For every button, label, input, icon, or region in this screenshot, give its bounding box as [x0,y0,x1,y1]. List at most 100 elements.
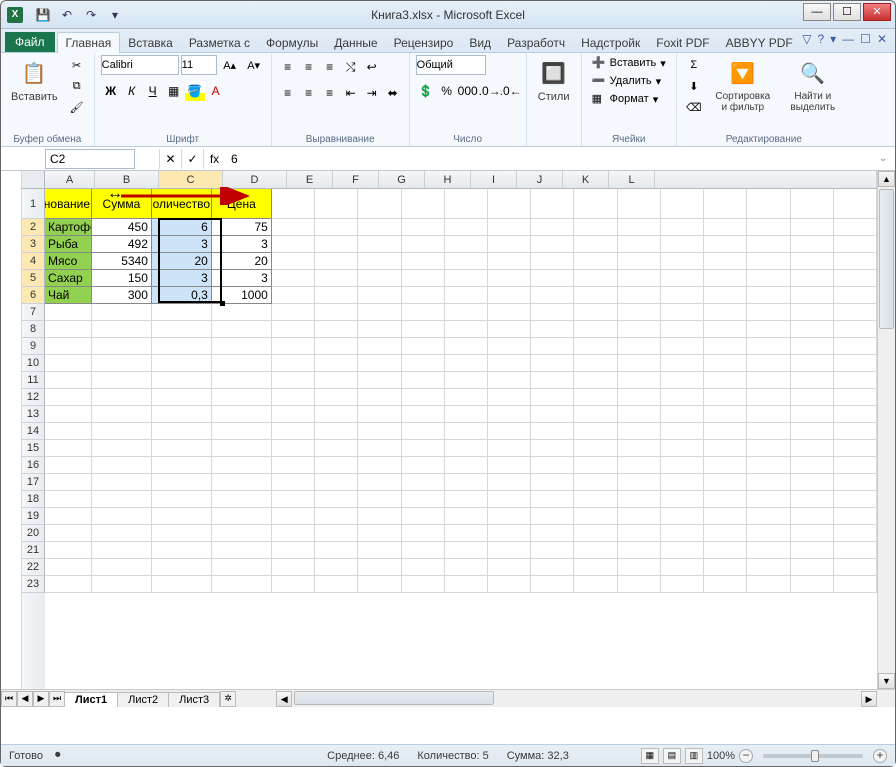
ribbon-tab-6[interactable]: Вид [461,33,499,53]
cell[interactable] [212,304,272,321]
cell[interactable] [212,321,272,338]
cell[interactable] [488,508,531,525]
cell[interactable] [574,576,617,593]
cell[interactable] [834,406,877,423]
cell[interactable]: 0,3 [152,287,212,304]
cell[interactable] [618,559,661,576]
cell[interactable] [315,491,358,508]
cell[interactable] [92,542,152,559]
format-cells-button[interactable]: ▦Формат ▾ [588,91,663,107]
cell[interactable] [402,474,445,491]
cell[interactable] [704,287,747,304]
cell[interactable] [574,457,617,474]
row-header-12[interactable]: 12 [22,389,45,406]
cell[interactable] [45,491,92,508]
ribbon-minimize-icon[interactable]: ▽ [802,32,811,46]
cell[interactable] [791,355,834,372]
cell[interactable] [272,440,315,457]
cell[interactable] [212,389,272,406]
cell[interactable] [402,576,445,593]
cell[interactable] [315,287,358,304]
cell[interactable] [402,338,445,355]
cell[interactable] [661,406,704,423]
cell[interactable] [791,236,834,253]
cell[interactable] [402,406,445,423]
underline-button[interactable]: Ч [143,81,163,101]
cell[interactable] [92,406,152,423]
cell[interactable] [315,576,358,593]
maximize-button[interactable]: ☐ [833,3,861,21]
cell[interactable] [272,253,315,270]
cell[interactable] [704,236,747,253]
cell[interactable] [747,457,790,474]
row-header-2[interactable]: 2 [22,219,45,236]
sheet-tab-2[interactable]: Лист3 [168,692,220,707]
cell[interactable] [315,321,358,338]
copy-button[interactable]: ⧉ [66,76,88,96]
cell[interactable] [704,321,747,338]
fill-button[interactable]: ⬇ [683,76,705,96]
cell[interactable] [834,270,877,287]
cell[interactable] [488,457,531,474]
cell[interactable] [574,189,617,219]
cell[interactable] [618,321,661,338]
cell[interactable] [834,355,877,372]
cell[interactable] [45,542,92,559]
zoom-level[interactable]: 100% [707,750,735,762]
cell[interactable]: 3 [152,270,212,287]
ribbon-tab-10[interactable]: ABBYY PDF [718,33,801,53]
cell[interactable] [747,525,790,542]
sheet-tab-1[interactable]: Лист2 [117,692,169,707]
cell[interactable] [661,287,704,304]
cell[interactable] [315,457,358,474]
cell[interactable] [747,406,790,423]
row-header-1[interactable]: 1 [22,189,45,219]
cell[interactable] [747,423,790,440]
cell[interactable] [152,389,212,406]
cell[interactable] [402,219,445,236]
cell[interactable] [358,559,401,576]
cell[interactable] [488,189,531,219]
cell[interactable] [531,189,574,219]
cell[interactable] [704,253,747,270]
qat-more-button[interactable]: ▾ [105,5,125,25]
cell[interactable] [704,219,747,236]
cell[interactable] [272,270,315,287]
cell[interactable]: 150 [92,270,152,287]
cell[interactable] [574,321,617,338]
cell[interactable] [661,355,704,372]
cell[interactable] [272,576,315,593]
cell[interactable] [747,542,790,559]
cell[interactable] [445,189,488,219]
cell[interactable] [272,457,315,474]
cell[interactable] [488,525,531,542]
cut-button[interactable]: ✂ [66,55,88,75]
cell[interactable]: 3 [152,236,212,253]
cell[interactable] [488,219,531,236]
row-header-23[interactable]: 23 [22,576,45,593]
cell[interactable]: Рыба [45,236,92,253]
cell[interactable] [488,440,531,457]
cell[interactable] [92,559,152,576]
cell[interactable] [747,287,790,304]
cancel-formula-button[interactable]: ✕ [159,149,181,169]
save-button[interactable]: 💾 [33,5,53,25]
comma-button[interactable]: 000 [458,81,478,101]
cell[interactable] [212,457,272,474]
formula-input[interactable] [225,149,879,169]
cell[interactable] [834,525,877,542]
cell[interactable] [618,287,661,304]
cell[interactable] [834,304,877,321]
cell[interactable] [445,559,488,576]
cell[interactable] [488,423,531,440]
cell[interactable] [212,576,272,593]
row-header-18[interactable]: 18 [22,491,45,508]
sheet-nav-prev[interactable]: ◀ [17,691,33,707]
row-header-20[interactable]: 20 [22,525,45,542]
cell[interactable] [488,338,531,355]
cell[interactable] [272,525,315,542]
cell[interactable] [402,457,445,474]
cell[interactable] [791,576,834,593]
cell[interactable] [834,457,877,474]
zoom-slider-handle[interactable] [811,750,819,762]
